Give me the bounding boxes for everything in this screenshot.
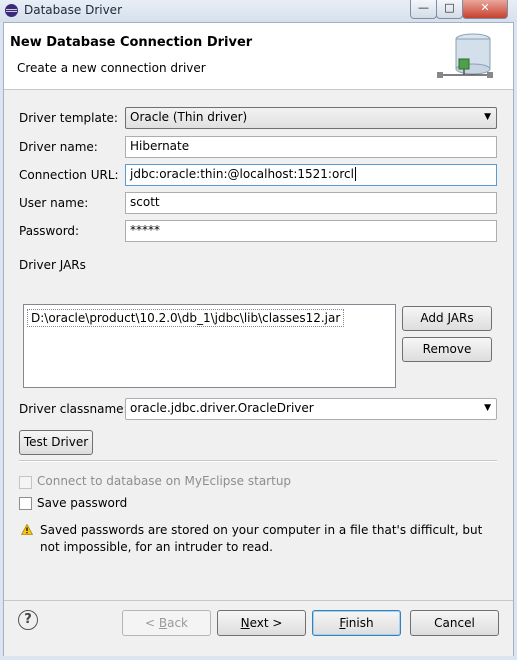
minimize-button[interactable]: — — [410, 0, 437, 19]
save-password-checkbox[interactable] — [19, 497, 32, 510]
driver-template-label: Driver template: — [19, 111, 118, 125]
wizard-footer: ? < Back Next > Finish Cancel — [4, 600, 513, 656]
warning-line-1: Saved passwords are stored on your compu… — [40, 523, 483, 537]
save-password-label: Save password — [37, 496, 128, 510]
chevron-down-icon: ▼ — [484, 403, 491, 413]
driver-jars-label: Driver JARs — [19, 258, 86, 272]
title-bar[interactable]: Database Driver — □ ✕ — [0, 0, 517, 22]
driver-classname-value: oracle.jdbc.driver.OracleDriver — [130, 401, 314, 415]
dialog-window: Database Driver — □ ✕ New Database Conne… — [0, 0, 517, 660]
add-jars-button[interactable]: Add JARs — [402, 306, 492, 331]
next-mnemonic: N — [240, 616, 250, 630]
driver-form: Driver template: Oracle (Thin driver) ▼ … — [4, 90, 513, 600]
banner-heading: New Database Connection Driver — [10, 35, 253, 50]
warning-icon — [21, 524, 33, 535]
divider — [19, 460, 497, 462]
driver-name-label: Driver name: — [19, 140, 98, 154]
connection-url-field[interactable]: jdbc:oracle:thin:@localhost:1521:orcl — [125, 164, 497, 186]
finish-button[interactable]: Finish — [312, 610, 401, 636]
driver-template-value: Oracle (Thin driver) — [130, 110, 248, 124]
minimize-icon: — — [418, 1, 429, 14]
connect-startup-checkbox[interactable] — [19, 476, 32, 489]
back-mnemonic: B — [158, 616, 168, 630]
eclipse-app-icon — [5, 4, 18, 17]
driver-template-select[interactable]: Oracle (Thin driver) ▼ — [125, 107, 497, 129]
next-rest: ext > — [249, 616, 283, 630]
wizard-banner: New Database Connection Driver Create a … — [4, 23, 513, 90]
maximize-button[interactable]: □ — [436, 0, 463, 19]
cancel-button[interactable]: Cancel — [410, 610, 499, 636]
help-icon[interactable]: ? — [18, 610, 38, 630]
connection-url-label: Connection URL: — [19, 168, 119, 182]
window-title: Database Driver — [24, 3, 122, 17]
driver-classname-label: Driver classname: — [19, 402, 128, 416]
close-button[interactable]: ✕ — [462, 0, 508, 19]
back-button[interactable]: < Back — [122, 610, 211, 636]
chevron-down-icon: ▼ — [484, 112, 491, 122]
database-icon — [437, 33, 493, 78]
back-rest: ack — [167, 616, 188, 630]
driver-name-field[interactable]: Hibernate — [125, 136, 497, 158]
maximize-icon: □ — [444, 1, 455, 14]
remove-jar-button[interactable]: Remove — [402, 337, 492, 362]
connect-startup-label: Connect to database on MyEclipse startup — [37, 474, 292, 488]
driver-classname-combo[interactable]: oracle.jdbc.driver.OracleDriver ▼ — [125, 398, 497, 420]
password-label: Password: — [19, 224, 80, 238]
text-cursor — [354, 167, 356, 181]
connection-url-value: jdbc:oracle:thin:@localhost:1521:orcl — [130, 167, 354, 181]
user-name-label: User name: — [19, 196, 89, 210]
next-button[interactable]: Next > — [217, 610, 306, 636]
test-driver-button[interactable]: Test Driver — [19, 430, 93, 455]
warning-line-2: not impossible, for an intruder to read. — [40, 540, 273, 554]
user-name-field[interactable]: scott — [125, 192, 497, 214]
finish-rest: inish — [345, 616, 374, 630]
driver-jars-list[interactable]: D:\oracle\product\10.2.0\db_1\jdbc\lib\c… — [23, 304, 396, 388]
back-prefix: < — [144, 616, 159, 630]
close-icon: ✕ — [480, 1, 490, 14]
password-field[interactable]: ***** — [125, 220, 497, 242]
list-item[interactable]: D:\oracle\product\10.2.0\db_1\jdbc\lib\c… — [27, 309, 345, 327]
dialog-client: New Database Connection Driver Create a … — [3, 22, 514, 656]
banner-subtitle: Create a new connection driver — [17, 61, 206, 75]
